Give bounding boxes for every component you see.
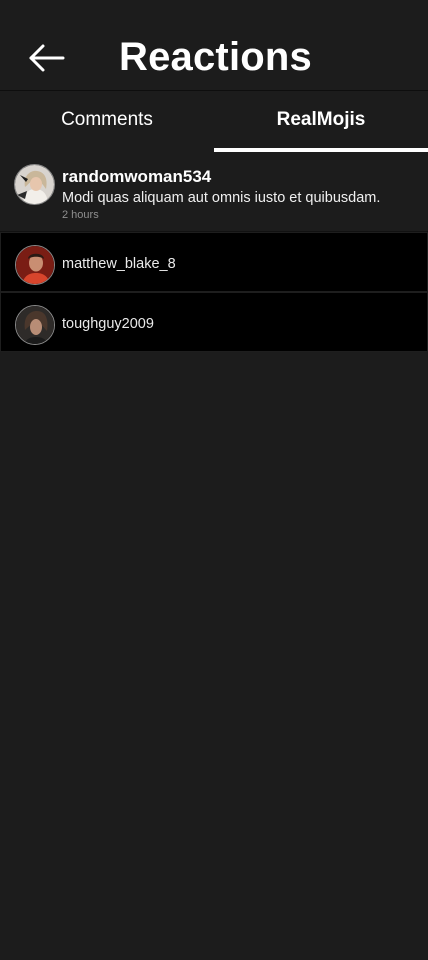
post-comment: randomwoman534 Modi quas aliquam aut omn… (0, 152, 428, 232)
avatar[interactable] (14, 164, 55, 205)
back-button[interactable] (26, 38, 66, 78)
reactions-screen: Reactions Comments RealMojis randomwoman… (0, 0, 428, 960)
avatar[interactable] (15, 245, 55, 285)
post-username[interactable]: randomwoman534 (62, 167, 211, 187)
arrow-left-icon (29, 44, 65, 72)
avatar-photo-icon (16, 246, 54, 284)
list-item[interactable]: toughguy2009 (0, 292, 428, 352)
list-item[interactable]: matthew_blake_8 (0, 232, 428, 292)
avatar[interactable] (15, 305, 55, 345)
avatar-photo-icon (16, 306, 54, 344)
avatar-photo-icon (15, 165, 54, 204)
tab-bar: Comments RealMojis (0, 92, 428, 152)
header: Reactions (0, 0, 428, 91)
post-timestamp: 2 hours (62, 209, 99, 221)
tab-comments-label: Comments (61, 109, 153, 130)
tab-comments[interactable]: Comments (0, 92, 214, 152)
post-comment-text: Modi quas aliquam aut omnis iusto et qui… (62, 190, 381, 206)
page-title: Reactions (119, 35, 312, 79)
reaction-username[interactable]: toughguy2009 (62, 315, 154, 333)
reaction-username[interactable]: matthew_blake_8 (62, 255, 176, 273)
tab-realmojis-label: RealMojis (276, 109, 366, 130)
tab-realmojis[interactable]: RealMojis (214, 92, 428, 152)
